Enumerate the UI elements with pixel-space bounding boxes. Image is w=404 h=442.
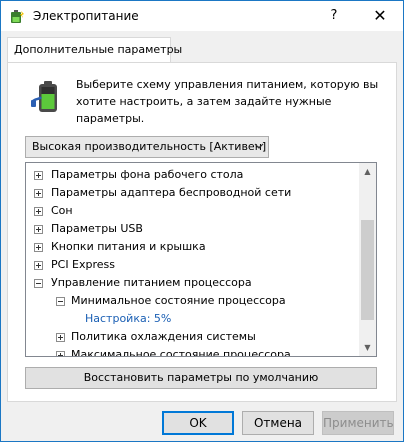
collapse-minus-icon[interactable] xyxy=(34,279,43,288)
tree-item-max-processor-state[interactable]: Максимальное состояние процессора xyxy=(56,346,291,357)
battery-icon xyxy=(31,81,57,112)
expand-plus-icon[interactable] xyxy=(34,261,43,270)
tree-item-label: Параметры адаптера беспроводной сети xyxy=(51,186,292,199)
intro-text: Выберите схему управления питанием, кото… xyxy=(76,78,379,125)
tree-item-processor-power[interactable]: Управление питанием процессора xyxy=(34,274,252,292)
scroll-up-arrow-icon[interactable]: ▲ xyxy=(359,163,376,180)
ok-button[interactable]: OK xyxy=(162,411,234,435)
expand-plus-icon[interactable] xyxy=(34,225,43,234)
power-options-icon xyxy=(11,10,24,23)
scrollbar-thumb[interactable] xyxy=(361,220,374,320)
power-scheme-select[interactable]: Высокая производительность [Активен] xyxy=(25,136,269,158)
tree-item-sleep[interactable]: Сон xyxy=(34,202,73,220)
expand-plus-icon[interactable] xyxy=(34,171,43,180)
help-button[interactable]: ? xyxy=(319,1,349,31)
setting-value-link[interactable]: Настройка: 5% xyxy=(85,310,171,328)
apply-button[interactable]: Применить xyxy=(322,411,394,435)
tree-item-label: PCI Express xyxy=(51,258,116,271)
cancel-button[interactable]: Отмена xyxy=(242,411,314,435)
tree-item-label: Управление питанием процессора xyxy=(51,276,252,289)
tree-item-cooling-policy[interactable]: Политика охлаждения системы xyxy=(56,328,256,346)
tab-advanced-settings[interactable]: Дополнительные параметры xyxy=(7,37,182,63)
tree-item-power-buttons[interactable]: Кнопки питания и крышка xyxy=(34,238,206,256)
settings-tree[interactable]: Параметры фона рабочего стола Параметры … xyxy=(25,162,377,357)
expand-plus-icon[interactable] xyxy=(56,351,65,356)
vertical-scrollbar[interactable]: ▲ ▼ xyxy=(359,163,376,356)
tree-item-wireless-adapter[interactable]: Параметры адаптера беспроводной сети xyxy=(34,184,291,202)
tree-item-label: Параметры фона рабочего стола xyxy=(51,168,244,181)
expand-plus-icon[interactable] xyxy=(34,189,43,198)
title-bar: Электропитание ? ✕ xyxy=(1,1,403,31)
power-scheme-value: Высокая производительность [Активен] xyxy=(32,140,267,153)
tree-item-label: Минимальное состояние процессора xyxy=(71,294,286,307)
tree-item-min-processor-state[interactable]: Минимальное состояние процессора xyxy=(56,292,286,310)
tree-item-label: Параметры USB xyxy=(51,222,143,235)
expand-plus-icon[interactable] xyxy=(34,243,43,252)
tree-item-label: Максимальное состояние процессора xyxy=(71,348,291,357)
power-options-window: Электропитание ? ✕ Дополнительные параме… xyxy=(0,0,404,442)
tree-item-label: Сон xyxy=(51,204,73,217)
window-title: Электропитание xyxy=(33,9,139,23)
close-button[interactable]: ✕ xyxy=(357,1,403,31)
tree-item-label: Кнопки питания и крышка xyxy=(51,240,206,253)
tree-item-pci-express[interactable]: PCI Express xyxy=(34,256,115,274)
expand-plus-icon[interactable] xyxy=(56,333,65,342)
collapse-minus-icon[interactable] xyxy=(56,297,65,306)
tree-item-desktop-background[interactable]: Параметры фона рабочего стола xyxy=(34,166,243,184)
expand-plus-icon[interactable] xyxy=(34,207,43,216)
restore-defaults-button[interactable]: Восстановить параметры по умолчанию xyxy=(25,367,377,389)
tree-item-label: Политика охлаждения системы xyxy=(71,330,256,343)
chevron-down-icon xyxy=(254,143,264,149)
scroll-down-arrow-icon[interactable]: ▼ xyxy=(359,339,376,356)
tree-item-usb[interactable]: Параметры USB xyxy=(34,220,143,238)
